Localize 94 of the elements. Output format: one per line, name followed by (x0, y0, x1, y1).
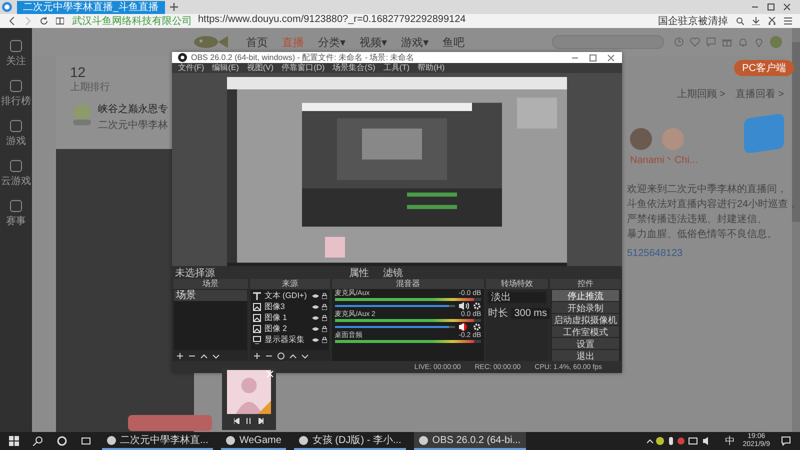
room-id: 5125648123 (627, 248, 683, 259)
menu-item[interactable]: 编辑(E) (212, 63, 239, 73)
taskbar-app[interactable]: WeGame (221, 432, 286, 450)
speaker-icon[interactable] (459, 302, 470, 310)
sidebar-item[interactable]: 游戏 (6, 120, 26, 148)
nav-link[interactable]: 鱼吧 (442, 34, 465, 50)
lock-icon[interactable] (322, 314, 327, 320)
sidebar-item[interactable]: 关注 (6, 40, 26, 68)
menu-item[interactable]: 文件(F) (178, 63, 204, 73)
toolbar-button[interactable]: 属性 (349, 266, 369, 280)
book-icon[interactable] (56, 17, 64, 25)
lock-icon[interactable] (322, 292, 327, 298)
notice-text: 欢迎来到二次元中季李林的直播间， (627, 182, 787, 196)
menu-item[interactable]: 场景集合(S) (332, 63, 376, 73)
lock-icon[interactable] (322, 304, 327, 310)
control-button[interactable]: 工作室模式 (552, 326, 619, 337)
sidebar-item[interactable]: 赛事 (6, 200, 26, 228)
menu-item[interactable]: 视图(V) (246, 63, 274, 73)
image-source-icon (253, 302, 262, 310)
muted-speaker-icon[interactable] (459, 322, 470, 330)
settings-icon[interactable] (473, 302, 482, 310)
monitor-icon (253, 336, 262, 344)
fan-avatar-icon (662, 128, 684, 150)
task-view-icon[interactable] (81, 436, 91, 446)
control-button[interactable]: 设置 (552, 338, 619, 349)
client-download-button[interactable]: PC客户端 (734, 60, 794, 76)
image-source-icon (253, 314, 262, 322)
menu-item[interactable]: 停靠窗口(D) (282, 63, 325, 73)
nav-link[interactable]: 游戏▾ (401, 34, 429, 50)
window-controls-icon[interactable] (572, 54, 616, 62)
menu-item[interactable]: 帮助(H) (418, 63, 445, 73)
nav-link[interactable]: 首页 (246, 34, 268, 50)
close-icon[interactable] (266, 370, 274, 378)
download-icon[interactable] (752, 17, 760, 25)
source-item[interactable]: 图像 1 (264, 312, 309, 323)
source-item[interactable]: 图像3 (264, 301, 309, 312)
cortana-icon[interactable] (57, 436, 67, 446)
settings-icon[interactable] (473, 322, 482, 330)
search-icon[interactable] (736, 17, 744, 25)
hot-search-link[interactable]: 国企驻京被清掉 (658, 14, 728, 28)
rank-label: 上期排行 (70, 80, 110, 94)
source-item[interactable]: 显示器采集 (264, 334, 309, 345)
duration-label: 时长 (488, 306, 508, 320)
scrollbar-thumb[interactable] (792, 42, 800, 222)
dock-header: 来源 (250, 279, 330, 289)
notice-text: 斗鱼依法对直播内容进行24小时巡查， (627, 198, 798, 211)
window-controls-icon[interactable] (752, 3, 792, 11)
image-source-icon (253, 324, 262, 332)
scissors-icon[interactable] (768, 17, 776, 25)
input-method-indicator[interactable]: 中 (724, 434, 735, 448)
browser-tab[interactable]: 二次元中學李林直播_斗鱼直播 (17, 0, 165, 14)
control-button[interactable]: 启动虚拟摄像机 (552, 314, 619, 325)
back-icon[interactable] (8, 17, 16, 25)
scene-item[interactable]: 场景 (174, 290, 248, 301)
playback-controls-drawing[interactable] (234, 418, 264, 424)
anchor-avatar-icon (70, 102, 94, 126)
duration-field[interactable]: 300 ms (511, 308, 550, 318)
source-status-label: 未选择源 (175, 266, 216, 280)
reload-icon[interactable] (40, 17, 48, 25)
address-field[interactable]: 武汉斗鱼网络科技有限公司 https://www.douyu.com/9123880?_r=0.16827792292899124 (72, 14, 650, 28)
room-title: 峡谷之巅永恩专 (98, 102, 168, 116)
rank-number: 12 (70, 64, 86, 80)
notice-text: 严禁传播违法违规、封建迷信、 (627, 212, 767, 226)
menu-icon[interactable] (784, 17, 792, 25)
lock-icon[interactable] (322, 336, 327, 342)
window-title: OBS 26.0.2 (64-bit, windows) - 配置文件: 未命名 - 场景: 未命名 (191, 52, 414, 63)
new-tab-icon[interactable] (170, 3, 178, 11)
menu-item[interactable]: 工具(T) (383, 63, 410, 73)
browser-logo-icon (2, 2, 12, 12)
search-icon[interactable] (33, 436, 43, 446)
dock-header: 控件 (550, 279, 621, 289)
dock-header: 场景 (173, 279, 248, 289)
fan-name: Nanami丶Chi... (630, 154, 698, 167)
control-button[interactable]: 停止推流 (552, 290, 619, 301)
dock-header: 混音器 (332, 279, 484, 289)
source-item[interactable]: 图像 2 (264, 323, 309, 334)
lock-icon[interactable] (322, 326, 327, 332)
notification-icon[interactable] (781, 436, 791, 446)
windows-start-icon[interactable] (9, 436, 19, 446)
source-item[interactable]: 文本 (GDI+) (264, 290, 309, 301)
nav-link[interactable]: 分类▾ (318, 34, 346, 50)
sidebar-item[interactable]: 排行榜 (1, 80, 31, 108)
taskbar-app[interactable]: 女孩 (DJ版) - 李小... (294, 432, 406, 450)
fan-avatar-icon (630, 128, 652, 150)
taskbar-app[interactable]: OBS 26.0.2 (64-bi... (414, 432, 526, 450)
toolbar-button[interactable]: 滤镜 (383, 266, 403, 280)
dock-header: 转场特效 (486, 279, 548, 289)
sidebar-item[interactable]: 云游戏 (1, 160, 31, 188)
control-button[interactable]: 开始录制 (552, 302, 619, 313)
text-source-icon (253, 292, 262, 300)
nav-link[interactable]: 视频▾ (360, 34, 388, 50)
control-button[interactable]: 退出 (552, 350, 619, 361)
notice-text: 暴力血腥、低俗色情等不良信息。 (627, 228, 777, 241)
transition-dropdown[interactable]: 淡出 (488, 292, 546, 303)
